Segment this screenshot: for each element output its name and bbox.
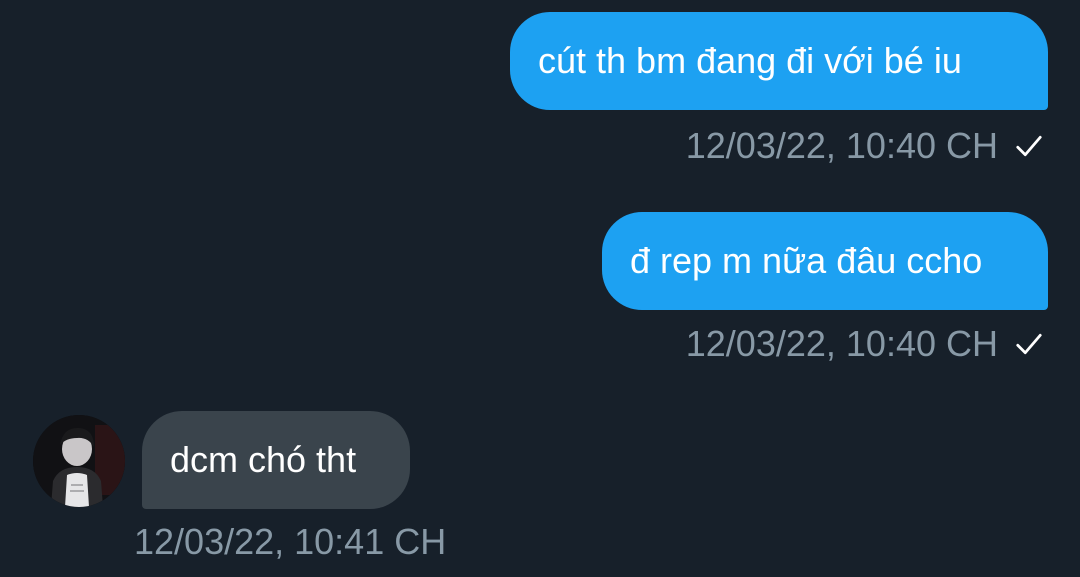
message-timestamp-row: 12/03/22, 10:40 CH bbox=[686, 126, 1044, 166]
checkmark-icon bbox=[1016, 135, 1042, 157]
message-bubble-outgoing[interactable]: cút th bm đang đi với bé iu bbox=[510, 12, 1048, 110]
message-text: dcm chó tht bbox=[170, 439, 357, 480]
message-text: đ rep m nữa đâu ccho bbox=[630, 240, 983, 281]
message-timestamp: 12/03/22, 10:41 CH bbox=[134, 521, 447, 562]
checkmark-icon bbox=[1016, 333, 1042, 355]
message-timestamp-row: 12/03/22, 10:40 CH bbox=[686, 324, 1044, 364]
message-timestamp: 12/03/22, 10:40 CH bbox=[685, 125, 998, 166]
message-bubble-incoming[interactable]: dcm chó tht bbox=[142, 411, 410, 509]
message-timestamp: 12/03/22, 10:40 CH bbox=[685, 323, 998, 364]
user-avatar[interactable] bbox=[33, 415, 125, 507]
message-timestamp-row: 12/03/22, 10:41 CH bbox=[134, 522, 446, 562]
avatar-photo bbox=[33, 415, 125, 507]
message-bubble-outgoing[interactable]: đ rep m nữa đâu ccho bbox=[602, 212, 1048, 310]
message-text: cút th bm đang đi với bé iu bbox=[538, 40, 962, 81]
